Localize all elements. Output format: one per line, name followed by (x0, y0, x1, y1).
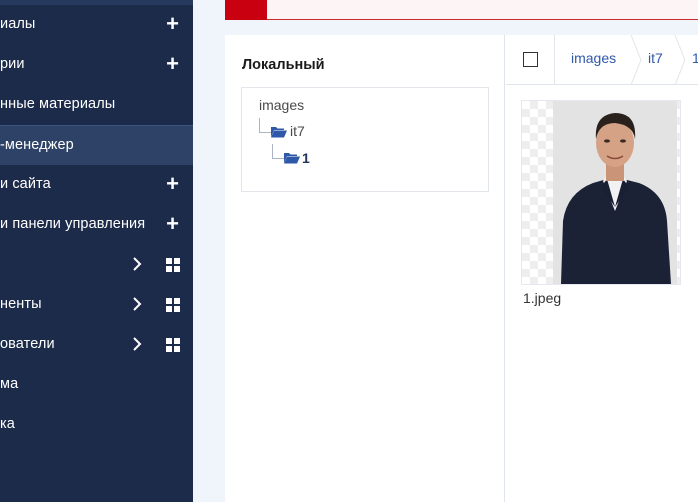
tree-node-1[interactable]: 1 (302, 150, 310, 166)
sidebar-item-users[interactable]: ователи (0, 325, 193, 365)
folder-tree: images it7 1 (241, 87, 489, 192)
media-manager-panel: Локальный images it7 1 images it7 1 1.jp… (225, 35, 698, 502)
portrait-photo (553, 101, 677, 284)
sidebar: иалы + рии + нные материалы -менеджер и … (0, 0, 193, 502)
sidebar-item-label: -менеджер (0, 137, 74, 153)
sidebar-item-help[interactable]: ка (0, 405, 193, 445)
sidebar-item-site-modules[interactable]: и сайта + (0, 165, 193, 205)
plus-icon[interactable]: + (166, 53, 179, 75)
breadcrumb: images it7 1 (506, 35, 698, 85)
breadcrumb-separator-icon (674, 35, 686, 85)
chevron-right-icon[interactable] (130, 337, 144, 351)
dashboard-grid-icon[interactable] (166, 338, 180, 352)
sidebar-item-categories[interactable]: рии + (0, 45, 193, 85)
plus-icon[interactable]: + (166, 173, 179, 195)
plus-icon[interactable]: + (166, 13, 179, 35)
breadcrumb-item-images[interactable]: images (571, 50, 616, 66)
divider (554, 35, 555, 85)
plus-icon[interactable]: + (166, 213, 179, 235)
folder-open-icon (284, 153, 300, 164)
dashboard-grid-icon[interactable] (166, 298, 180, 312)
sidebar-item-label: и панели управления (0, 216, 146, 232)
file-thumbnail[interactable] (521, 100, 681, 285)
sidebar-item-label: рии (0, 56, 25, 72)
file-name[interactable]: 1.jpeg (523, 290, 561, 306)
sidebar-item-featured[interactable]: нные материалы (0, 85, 193, 125)
sidebar-item-label: ователи (0, 336, 55, 352)
sidebar-item-label: ка (0, 416, 15, 432)
tree-connector (272, 144, 284, 159)
breadcrumb-item-1[interactable]: 1 (692, 50, 698, 66)
sidebar-item-label: ма (0, 376, 19, 392)
alert-icon-block (225, 0, 267, 20)
sidebar-item-materials[interactable]: иалы + (0, 5, 193, 45)
sidebar-item-components[interactable]: ненты (0, 285, 193, 325)
folder-pane: Локальный images it7 1 (225, 35, 505, 502)
select-all-checkbox[interactable] (523, 52, 538, 67)
chevron-right-icon[interactable] (130, 297, 144, 311)
dashboard-grid-icon[interactable] (166, 258, 180, 272)
sidebar-item-media-manager[interactable]: -менеджер (0, 125, 193, 165)
adapter-title: Локальный (242, 57, 325, 73)
alert-bar (225, 0, 698, 20)
tree-connector (259, 118, 271, 133)
sidebar-item-label: и сайта (0, 176, 51, 192)
tree-node-images[interactable]: images (259, 97, 304, 113)
sidebar-item-system[interactable]: ма (0, 365, 193, 405)
sidebar-item-admin-modules[interactable]: и панели управления + (0, 205, 193, 245)
breadcrumb-separator-icon (630, 35, 642, 85)
tree-node-it7[interactable]: it7 (290, 123, 305, 139)
file-pane: images it7 1 1.jpeg (506, 35, 698, 502)
sidebar-item-label: нные материалы (0, 96, 116, 112)
sidebar-item-menu[interactable] (0, 245, 193, 285)
sidebar-item-label: иалы (0, 16, 36, 32)
sidebar-item-label: ненты (0, 296, 42, 312)
breadcrumb-item-it7[interactable]: it7 (648, 50, 663, 66)
folder-open-icon (271, 127, 287, 138)
chevron-right-icon[interactable] (130, 257, 144, 271)
